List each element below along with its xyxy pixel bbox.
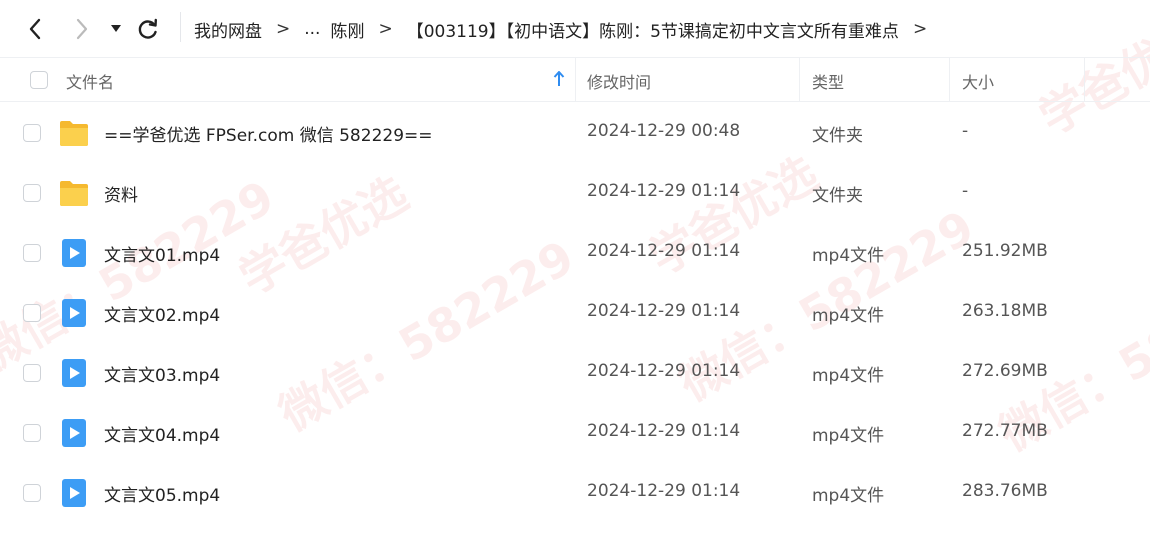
modified-time: 2024-12-29 00:48 [587,121,741,141]
file-size: 283.76MB [962,481,1048,501]
history-dropdown-button[interactable] [104,14,128,44]
file-size: 272.77MB [962,421,1048,441]
row-checkbox[interactable] [23,244,41,262]
row-checkbox[interactable] [23,304,41,322]
table-row[interactable]: 文言文02.mp4 2024-12-29 01:14 mp4文件 263.18MB [0,283,1150,343]
row-checkbox[interactable] [23,484,41,502]
column-divider[interactable] [575,58,576,102]
column-header-size[interactable]: 大小 [962,69,994,93]
file-size: 272.69MB [962,361,1048,381]
file-size: - [962,181,969,201]
column-header-modified[interactable]: 修改时间 [587,69,651,93]
table-row[interactable]: 文言文05.mp4 2024-12-29 01:14 mp4文件 283.76MB [0,463,1150,523]
column-divider[interactable] [949,58,950,102]
file-name[interactable]: 文言文01.mp4 [104,241,220,266]
video-icon [62,299,86,327]
column-divider[interactable] [1084,58,1085,102]
row-checkbox[interactable] [23,364,41,382]
file-type: 文件夹 [812,186,863,206]
video-icon [62,239,86,267]
sort-ascending-icon[interactable] [553,71,565,87]
file-name[interactable]: 文言文03.mp4 [104,361,220,386]
file-type: 文件夹 [812,126,863,146]
breadcrumb-item-root[interactable]: 我的网盘 [194,17,262,42]
forward-button[interactable] [67,14,97,44]
breadcrumb-separator: > [378,19,393,39]
modified-time: 2024-12-29 01:14 [587,421,741,441]
modified-time: 2024-12-29 01:14 [587,481,741,501]
file-name[interactable]: 文言文02.mp4 [104,301,220,326]
breadcrumb-item-ellipsis[interactable]: ... [304,19,320,39]
column-divider[interactable] [799,58,800,102]
select-all-checkbox[interactable] [30,71,48,89]
modified-time: 2024-12-29 01:14 [587,301,741,321]
row-checkbox[interactable] [23,124,41,142]
file-name[interactable]: 文言文05.mp4 [104,481,220,506]
breadcrumb-item-parent[interactable]: 陈刚 [330,17,364,42]
breadcrumb: 我的网盘 > ... 陈刚 > 【003119】【初中语文】陈刚：5节课搞定初中… [194,14,941,44]
breadcrumb-separator: > [912,19,928,39]
file-size: 263.18MB [962,301,1048,321]
modified-time: 2024-12-29 01:14 [587,181,741,201]
refresh-button[interactable] [133,14,163,44]
chevron-right-icon [76,18,88,40]
divider [180,12,181,42]
modified-time: 2024-12-29 01:14 [587,241,741,261]
row-checkbox[interactable] [23,424,41,442]
file-type: mp4文件 [812,366,885,386]
folder-icon [60,181,88,206]
folder-icon [60,121,88,146]
table-row[interactable]: ==学爸优选 FPSer.com 微信 582229== 2024-12-29 0… [0,103,1150,163]
file-type: mp4文件 [812,486,885,506]
table-row[interactable]: 文言文01.mp4 2024-12-29 01:14 mp4文件 251.92MB [0,223,1150,283]
table-row[interactable]: 文言文03.mp4 2024-12-29 01:14 mp4文件 272.69MB [0,343,1150,403]
chevron-left-icon [29,18,41,40]
file-size: 251.92MB [962,241,1048,261]
table-header: 文件名 修改时间 类型 大小 [0,58,1150,102]
file-size: - [962,121,969,141]
file-name[interactable]: 资料 [104,181,138,206]
breadcrumb-item-current[interactable]: 【003119】【初中语文】陈刚：5节课搞定初中文言文所有重难点 [407,17,899,42]
caret-down-icon [111,25,121,32]
file-type: mp4文件 [812,246,885,266]
breadcrumb-separator: > [276,19,291,39]
table-row[interactable]: 资料 2024-12-29 01:14 文件夹 - [0,163,1150,223]
column-header-type[interactable]: 类型 [812,69,844,93]
video-icon [62,359,86,387]
video-icon [62,479,86,507]
top-navigation-bar: 我的网盘 > ... 陈刚 > 【003119】【初中语文】陈刚：5节课搞定初中… [0,0,1150,58]
file-type: mp4文件 [812,426,885,446]
row-checkbox[interactable] [23,184,41,202]
file-type: mp4文件 [812,306,885,326]
back-button[interactable] [20,14,50,44]
file-name[interactable]: ==学爸优选 FPSer.com 微信 582229== [104,121,433,146]
column-header-name[interactable]: 文件名 [66,69,114,93]
modified-time: 2024-12-29 01:14 [587,361,741,381]
video-icon [62,419,86,447]
file-name[interactable]: 文言文04.mp4 [104,421,220,446]
table-row[interactable]: 文言文04.mp4 2024-12-29 01:14 mp4文件 272.77MB [0,403,1150,463]
refresh-icon [138,18,157,39]
